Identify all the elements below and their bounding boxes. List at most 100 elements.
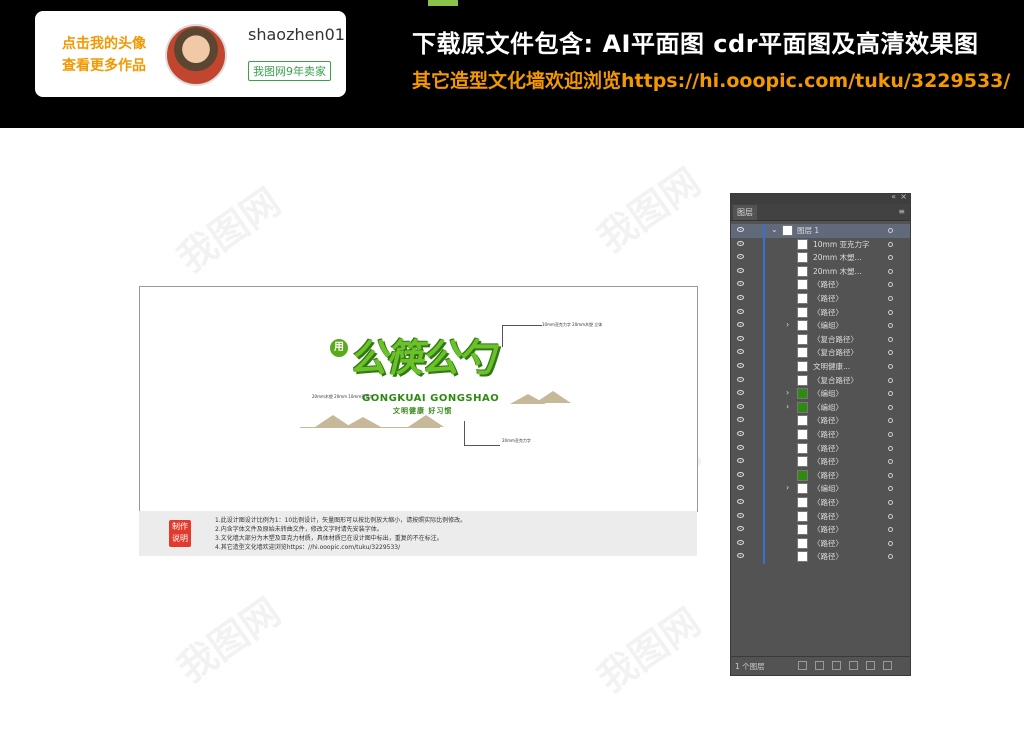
close-icon[interactable]: × [900,192,907,201]
target-circle-icon[interactable] [888,404,893,410]
layer-row[interactable]: 〈复合路径〉 [731,346,910,360]
expand-arrow-icon[interactable]: › [786,402,789,411]
layer-row[interactable]: 20mm 木塑... [731,251,910,265]
target-circle-icon[interactable] [888,309,893,315]
visibility-eye-icon[interactable] [737,308,744,314]
author-cta-line1[interactable]: 点击我的头像 [49,33,159,55]
target-circle-icon[interactable] [888,513,893,519]
layer-label[interactable]: 〈路径〉 [813,538,843,549]
target-circle-icon[interactable] [888,486,893,492]
layer-row[interactable]: 〈路径〉 [731,468,910,483]
layer-label[interactable]: 〈编组〉 [813,483,843,494]
target-circle-icon[interactable] [888,391,893,397]
layer-label[interactable]: 〈复合路径〉 [813,375,858,386]
target-circle-icon[interactable] [888,268,893,274]
layer-row[interactable]: 〈路径〉 [731,455,910,469]
visibility-eye-icon[interactable] [737,539,744,545]
author-cta[interactable]: 点击我的头像 查看更多作品 [49,33,159,77]
target-circle-icon[interactable] [888,255,893,261]
target-circle-icon[interactable] [888,364,893,369]
visibility-eye-icon[interactable] [737,267,744,273]
collapse-icon[interactable]: « [891,192,896,201]
layer-label[interactable]: 〈编组〉 [813,402,843,413]
panel-menu-icon[interactable]: ≡ [898,207,905,216]
visibility-eye-icon[interactable] [737,335,744,341]
layer-label[interactable]: 〈路径〉 [813,429,843,440]
visibility-eye-icon[interactable] [737,281,744,287]
visibility-eye-icon[interactable] [737,322,744,328]
visibility-eye-icon[interactable] [737,485,744,491]
layer-label[interactable]: 〈路径〉 [813,511,843,522]
target-circle-icon[interactable] [888,445,893,451]
layer-label[interactable]: 〈路径〉 [813,456,843,467]
visibility-eye-icon[interactable] [737,349,744,355]
layer-row[interactable]: 10mm 亚克力字 [731,237,910,252]
layer-label[interactable]: 〈路径〉 [813,307,843,318]
layer-row[interactable]: 〈复合路径〉 [731,373,910,388]
visibility-eye-icon[interactable] [737,512,744,518]
target-circle-icon[interactable] [888,418,893,424]
target-circle-icon[interactable] [888,296,893,301]
layer-row[interactable]: 〈路径〉 [731,292,910,306]
layer-row[interactable]: 〈路径〉 [731,278,910,292]
banner-subline[interactable]: 其它造型文化墙欢迎浏览https://hi.ooopic.com/tuku/32… [412,66,1010,93]
layer-label[interactable]: 文明健康... [813,361,850,372]
target-circle-icon[interactable] [888,323,893,329]
new-sublayer-icon[interactable] [849,661,858,670]
visibility-eye-icon[interactable] [737,376,744,382]
layer-label[interactable]: 〈编组〉 [813,320,843,331]
layer-label[interactable]: 〈路径〉 [813,497,843,508]
visibility-eye-icon[interactable] [737,403,744,409]
visibility-eye-icon[interactable] [737,254,744,260]
target-circle-icon[interactable] [888,241,893,247]
visibility-eye-icon[interactable] [737,444,744,450]
layer-row[interactable]: › 〈编组〉 [731,319,910,333]
expand-arrow-icon[interactable]: ⌄ [771,225,778,234]
target-circle-icon[interactable] [888,228,893,233]
layer-row[interactable]: 〈路径〉 [731,441,910,456]
author-cta-line2[interactable]: 查看更多作品 [49,55,159,77]
target-circle-icon[interactable] [888,554,893,560]
layer-label[interactable]: 20mm 木塑... [813,266,862,277]
visibility-eye-icon[interactable] [737,417,744,423]
expand-arrow-icon[interactable]: › [786,483,789,492]
export-icon[interactable] [798,661,807,670]
layer-row[interactable]: 文明健康... [731,360,910,374]
artboard[interactable]: 用 公筷公勺 GONGKUAI GONGSHAO 文明健康 好习惯 10mm亚克… [139,286,698,512]
target-circle-icon[interactable] [888,459,893,465]
layer-row[interactable]: 〈路径〉 [731,509,910,524]
layer-label[interactable]: 〈路径〉 [813,415,843,426]
target-circle-icon[interactable] [888,377,893,383]
panel-titlebar[interactable]: « × [731,192,910,204]
clipping-mask-icon[interactable] [832,661,841,670]
target-circle-icon[interactable] [888,432,893,437]
layer-label[interactable]: 〈路径〉 [813,551,843,562]
new-layer-icon[interactable] [866,661,875,670]
delete-icon[interactable] [883,661,892,670]
visibility-eye-icon[interactable] [737,363,744,368]
layer-label[interactable]: 〈编组〉 [813,388,843,399]
layer-row-top[interactable]: ⌄ 图层 1 [731,224,910,238]
layer-label[interactable]: 〈复合路径〉 [813,334,858,345]
visibility-eye-icon[interactable] [737,390,744,396]
target-circle-icon[interactable] [888,527,893,533]
visibility-eye-icon[interactable] [737,240,744,246]
layer-row[interactable]: 20mm 木塑... [731,264,910,279]
layer-row[interactable]: 〈路径〉 [731,536,910,551]
layer-row[interactable]: 〈路径〉 [731,496,910,510]
layer-label[interactable]: 〈路径〉 [813,470,843,481]
layer-row[interactable]: › 〈编组〉 [731,400,910,415]
layer-row[interactable]: 〈路径〉 [731,414,910,428]
layer-row[interactable]: 〈路径〉 [731,305,910,320]
visibility-eye-icon[interactable] [737,499,744,504]
visibility-eye-icon[interactable] [737,553,744,559]
layer-label[interactable]: 〈路径〉 [813,443,843,454]
layer-row[interactable]: › 〈编组〉 [731,482,910,496]
tab-layers[interactable]: 图层 [733,205,757,220]
layer-label[interactable]: 〈复合路径〉 [813,347,858,358]
layer-row[interactable]: 〈路径〉 [731,428,910,442]
visibility-eye-icon[interactable] [737,295,744,300]
layer-label[interactable]: 图层 1 [797,225,819,236]
target-circle-icon[interactable] [888,472,893,478]
visibility-eye-icon[interactable] [737,471,744,477]
